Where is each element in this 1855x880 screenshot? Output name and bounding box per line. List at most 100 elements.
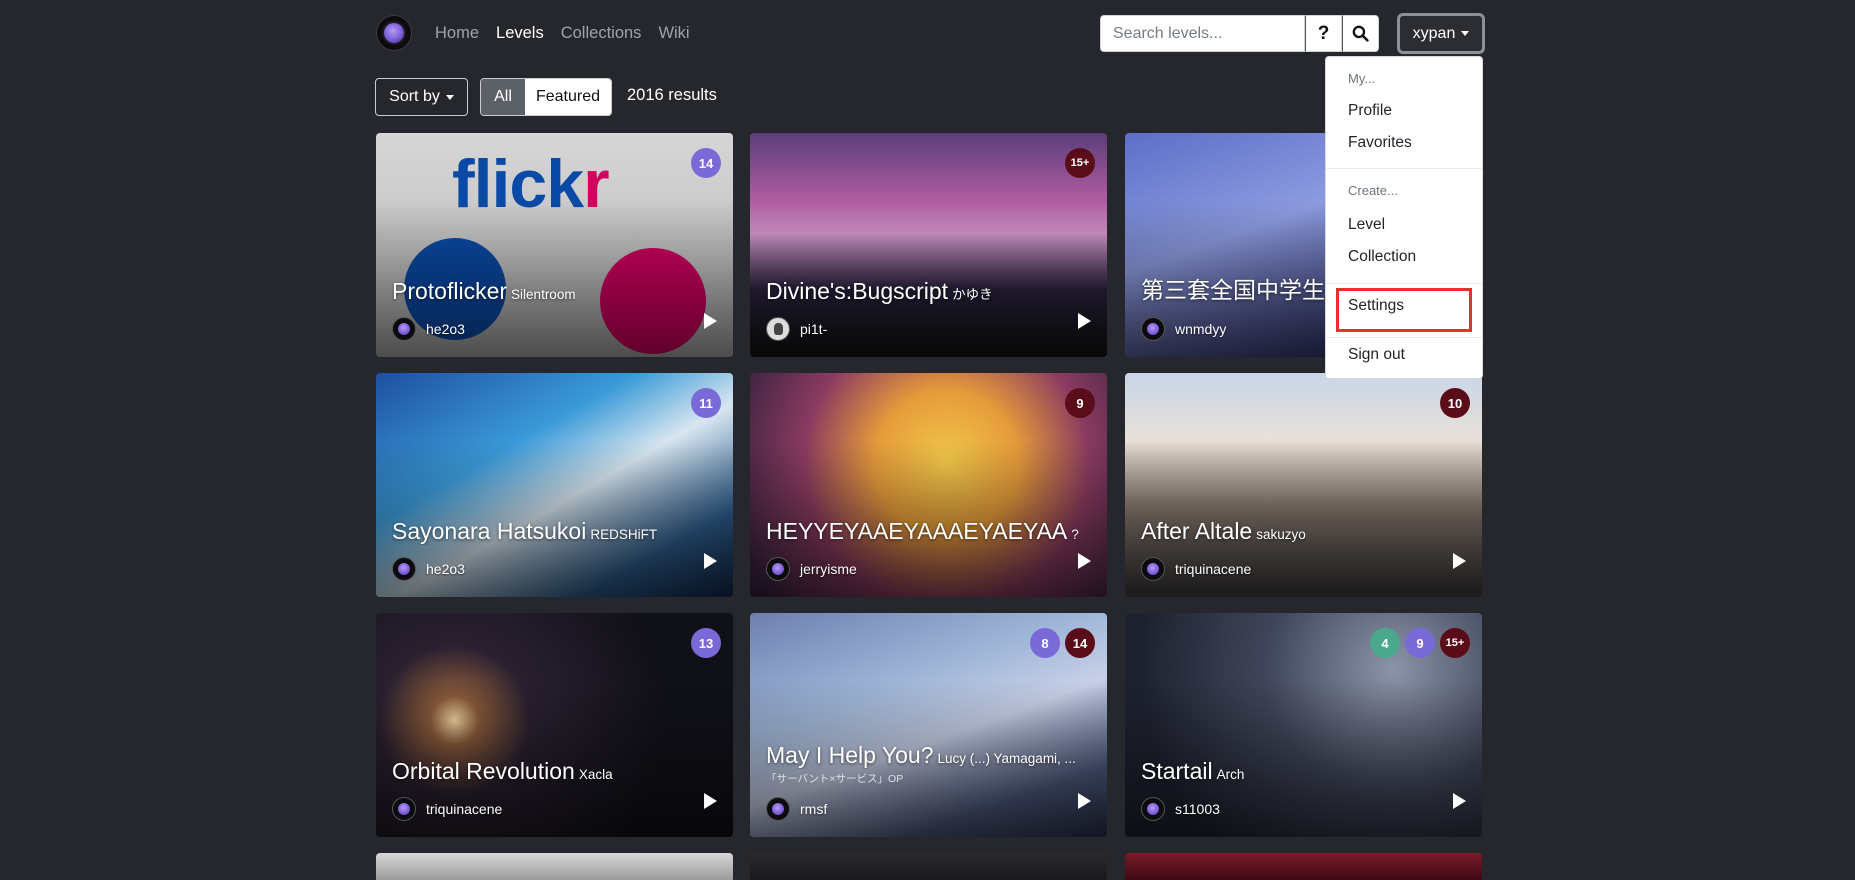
results-count: 2016 results [627, 86, 717, 104]
difficulty-badge: 11 [691, 388, 721, 418]
owner-name: he2o3 [426, 561, 465, 577]
caret-down-icon [445, 94, 454, 100]
level-title: HEYYEYAAEYAAAEYAEYAA [766, 518, 1068, 544]
search-button[interactable] [1342, 15, 1379, 52]
avatar [1141, 557, 1165, 581]
difficulty-badges: 13 [691, 628, 721, 658]
avatar [392, 797, 416, 821]
settings-highlight-box [1336, 288, 1472, 332]
level-title: Sayonara Hatsukoi [392, 518, 587, 544]
menu-item-sign-out[interactable]: Sign out [1348, 346, 1405, 364]
difficulty-badge: 8 [1030, 628, 1060, 658]
menu-item-favorites[interactable]: Favorites [1348, 134, 1412, 152]
owner-name: jerryisme [800, 561, 857, 577]
dropdown-divider [1326, 283, 1482, 284]
filter-all-button[interactable]: All [481, 79, 525, 115]
level-artist: Silentroom [511, 287, 576, 302]
level-artist: sakuzyo [1256, 527, 1306, 542]
difficulty-badge: 14 [1065, 628, 1095, 658]
level-card[interactable]: 15+ Divine's:Bugscript かゆき pi1t- [750, 133, 1107, 357]
nav-home[interactable]: Home [435, 24, 479, 43]
menu-item-profile[interactable]: Profile [1348, 102, 1392, 120]
card-owner[interactable]: jerryisme [766, 557, 857, 581]
level-card[interactable]: 13 Orbital Revolution Xacla triquinacene [376, 613, 733, 837]
card-owner[interactable]: he2o3 [392, 317, 465, 341]
level-card[interactable] [750, 853, 1107, 880]
level-card[interactable]: flickr 14 ProtoflickerSilentroom he2o3 [376, 133, 733, 357]
nav-levels[interactable]: Levels [496, 24, 544, 43]
avatar [1141, 317, 1165, 341]
level-card[interactable]: 8 14 May I Help You? Lucy (...) Yamagami,… [750, 613, 1107, 837]
play-icon[interactable] [704, 313, 717, 329]
search-input[interactable] [1100, 15, 1305, 52]
difficulty-badges: 11 [691, 388, 721, 418]
play-icon[interactable] [1078, 313, 1091, 329]
play-icon[interactable] [1453, 553, 1466, 569]
level-card[interactable]: 4 9 15+ Startail Arch s11003 [1125, 613, 1482, 837]
menu-item-level[interactable]: Level [1348, 216, 1385, 234]
avatar [766, 317, 790, 341]
level-title: Divine's:Bugscript [766, 278, 949, 304]
user-dropdown-menu: My... Profile Favorites Create... Level … [1325, 56, 1483, 379]
menu-item-collection[interactable]: Collection [1348, 248, 1416, 266]
level-artist: Xacla [578, 767, 613, 782]
level-title: 第三套全国中学生 [1141, 277, 1325, 303]
level-artist: ? [1071, 527, 1079, 542]
nav-wiki[interactable]: Wiki [658, 24, 689, 43]
card-owner[interactable]: triquinacene [1141, 557, 1251, 581]
level-card[interactable] [376, 853, 733, 880]
card-owner[interactable]: wnmdyy [1141, 317, 1226, 341]
play-icon[interactable] [704, 553, 717, 569]
navbar: Home Levels Collections Wiki [376, 15, 707, 51]
card-title: May I Help You? Lucy (...) Yamagami, ... [766, 742, 1076, 769]
play-icon[interactable] [1078, 553, 1091, 569]
level-artist: REDSHiFT [590, 527, 658, 542]
owner-name: pi1t- [800, 321, 828, 337]
sort-by-button[interactable]: Sort by [375, 78, 468, 116]
difficulty-badge: 9 [1405, 628, 1435, 658]
username: xypan [1412, 24, 1456, 42]
filter-featured-button[interactable]: Featured [525, 79, 611, 115]
avatar [766, 797, 790, 821]
dropdown-header-my: My... [1348, 71, 1376, 86]
search-icon [1352, 25, 1369, 42]
card-title: After Altale sakuzyo [1141, 518, 1306, 545]
difficulty-badges: 14 [691, 148, 721, 178]
owner-name: triquinacene [426, 801, 503, 817]
dropdown-divider [1326, 168, 1482, 169]
dropdown-divider [1326, 337, 1482, 338]
level-card[interactable]: 11 Sayonara Hatsukoi REDSHiFT he2o3 [376, 373, 733, 597]
difficulty-badge: 10 [1440, 388, 1470, 418]
search-help-button[interactable]: ? [1305, 15, 1342, 52]
avatar [1141, 797, 1165, 821]
nav-collections[interactable]: Collections [561, 24, 642, 43]
site-logo[interactable] [376, 15, 412, 51]
owner-name: rmsf [800, 801, 828, 817]
avatar [392, 557, 416, 581]
difficulty-badge: 9 [1065, 388, 1095, 418]
dropdown-header-create: Create... [1348, 183, 1398, 198]
difficulty-badges: 4 9 15+ [1370, 628, 1470, 658]
user-menu-button[interactable]: xypan [1397, 13, 1485, 54]
difficulty-badge: 13 [691, 628, 721, 658]
card-title: HEYYEYAAEYAAAEYAEYAA? [766, 518, 1079, 545]
card-owner[interactable]: he2o3 [392, 557, 465, 581]
caret-down-icon [1461, 31, 1470, 36]
card-owner[interactable]: triquinacene [392, 797, 502, 821]
level-card[interactable]: 10 After Altale sakuzyo triquinacene [1125, 373, 1482, 597]
card-title: 第三套全国中学生 [1141, 271, 1325, 305]
nav-links: Home Levels Collections Wiki [435, 24, 707, 43]
card-owner[interactable]: rmsf [766, 797, 827, 821]
level-card[interactable] [1125, 853, 1482, 880]
play-icon[interactable] [1078, 793, 1091, 809]
difficulty-badges: 10 [1440, 388, 1470, 418]
play-icon[interactable] [704, 793, 717, 809]
owner-name: s11003 [1175, 801, 1220, 817]
help-label: ? [1317, 22, 1330, 44]
card-owner[interactable]: pi1t- [766, 317, 827, 341]
level-card[interactable]: 9 HEYYEYAAEYAAAEYAEYAA? jerryisme [750, 373, 1107, 597]
card-owner[interactable]: s11003 [1141, 797, 1220, 821]
card-title: Orbital Revolution Xacla [392, 758, 613, 785]
filter-toggle: All Featured [480, 78, 612, 116]
play-icon[interactable] [1453, 793, 1466, 809]
